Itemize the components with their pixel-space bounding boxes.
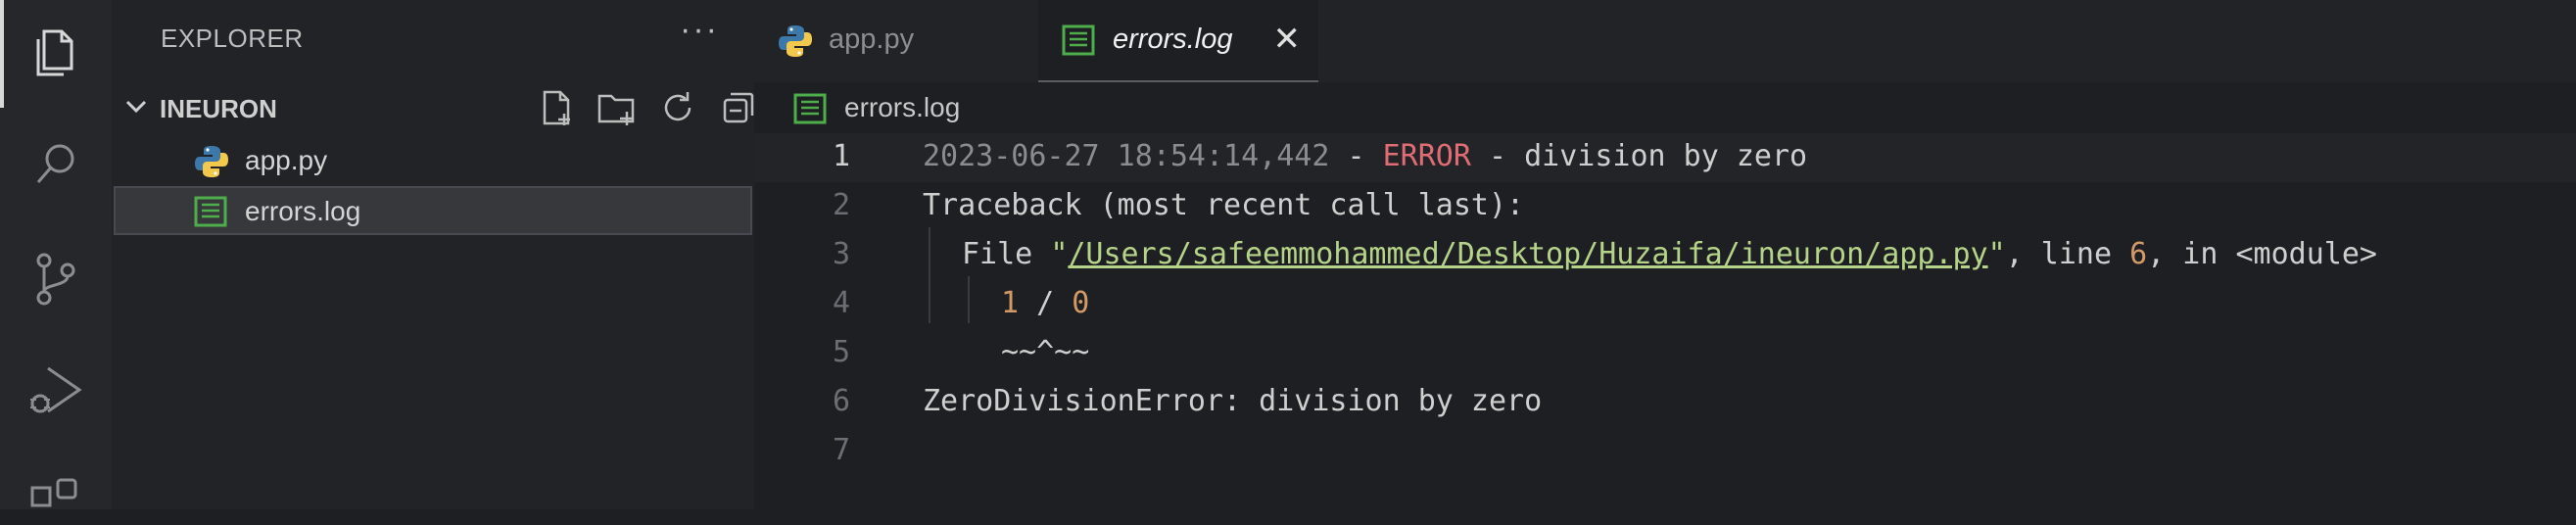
active-indicator — [0, 0, 4, 108]
search-icon[interactable] — [26, 135, 85, 194]
activity-bar — [0, 0, 112, 509]
line-text: File "/Users/safeemmohammed/Desktop/Huza… — [962, 237, 2377, 271]
log-file-icon — [194, 195, 227, 233]
line-text: ZeroDivisionError: division by zero — [923, 384, 1543, 418]
python-icon — [194, 144, 229, 184]
run-debug-icon[interactable] — [26, 360, 85, 419]
code-line: 3 File "/Users/safeemmohammed/Desktop/Hu… — [754, 231, 2576, 280]
breadcrumb-file[interactable]: errors.log — [844, 92, 960, 123]
tab-errors-log[interactable]: errors.log ✕ — [1038, 0, 1318, 82]
python-icon — [778, 24, 813, 64]
close-icon[interactable]: ✕ — [1273, 20, 1302, 59]
code-line: 4 1 / 0 — [754, 280, 2576, 329]
line-number: 6 — [832, 384, 850, 418]
file-item-errors-log[interactable]: errors.log — [114, 186, 752, 235]
explorer-title: EXPLORER — [161, 24, 304, 53]
tab-app-py[interactable]: app.py — [754, 0, 1038, 82]
tab-bar: app.py errors.log ✕ — [754, 0, 2576, 82]
log-file-icon — [793, 92, 827, 130]
more-actions-icon[interactable]: ··· — [680, 13, 719, 46]
file-name: app.py — [245, 145, 328, 175]
refresh-icon[interactable] — [654, 88, 701, 127]
code-line: 1 2023-06-27 18:54:14,442 - ERROR - divi… — [754, 133, 2576, 182]
chevron-down-icon[interactable] — [121, 92, 151, 126]
line-text: ~~^~~ — [1001, 335, 1090, 369]
editor-area: app.py errors.log ✕ errors.log 1 2023-06… — [754, 0, 2576, 509]
file-name: errors.log — [245, 196, 361, 226]
source-control-icon[interactable] — [26, 249, 85, 308]
new-folder-icon[interactable] — [594, 88, 641, 127]
code-line: 6 ZeroDivisionError: division by zero — [754, 378, 2576, 427]
explorer-icon[interactable] — [26, 24, 85, 82]
code-line: 5 ~~^~~ — [754, 329, 2576, 378]
line-number: 1 — [832, 139, 850, 173]
tab-label: errors.log — [1113, 24, 1233, 55]
file-path-link: /Users/safeemmohammed/Desktop/Huzaifa/in… — [1068, 237, 1988, 271]
explorer-sidebar: EXPLORER ··· INEURON app.py errors.log — [112, 0, 754, 509]
line-number: 4 — [832, 286, 850, 320]
log-file-icon — [1062, 24, 1095, 62]
code-line: 7 — [754, 427, 2576, 476]
line-number: 7 — [832, 433, 850, 467]
folder-name: INEURON — [160, 94, 277, 123]
tab-label: app.py — [829, 24, 915, 55]
line-number: 2 — [832, 188, 850, 222]
line-text: 1 / 0 — [1001, 286, 1090, 320]
line-text: 2023-06-27 18:54:14,442 - ERROR - divisi… — [923, 139, 1808, 173]
line-number: 5 — [832, 335, 850, 369]
workspace-folder[interactable]: INEURON — [112, 82, 754, 133]
line-number: 3 — [832, 237, 850, 271]
extensions-icon[interactable] — [26, 466, 85, 525]
file-item-app-py[interactable]: app.py — [114, 135, 752, 184]
new-file-icon[interactable] — [533, 88, 580, 127]
code-line: 2 Traceback (most recent call last): — [754, 182, 2576, 231]
line-text: Traceback (most recent call last): — [923, 188, 1525, 222]
folder-actions — [533, 88, 762, 127]
